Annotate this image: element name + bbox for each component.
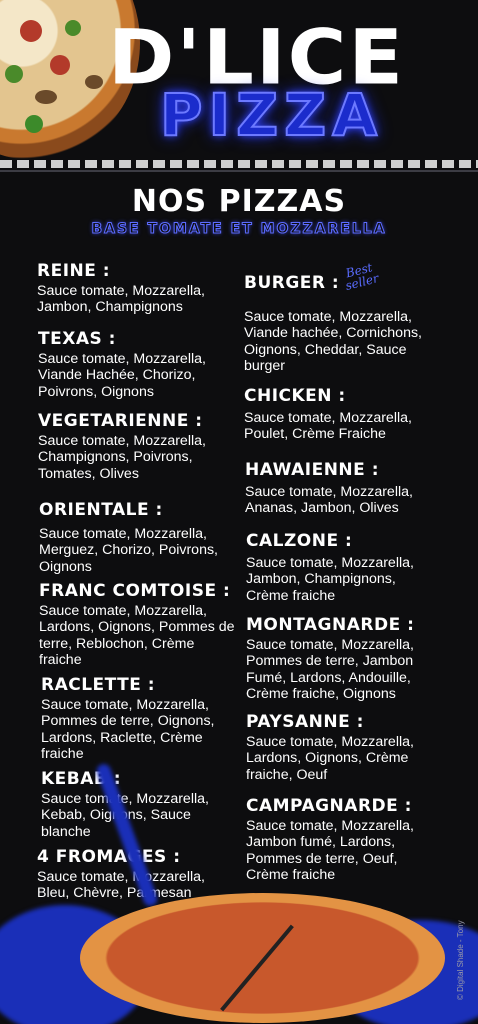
pizza-item-texas: TEXAS : Sauce tomate, Mozzarella, Viande… [38,329,248,400]
pizza-name: FRANC COMTOISE : [39,581,231,601]
menu-subtitle: BASE TOMATE ET MOZZARELLA [91,221,387,238]
pizza-item-franc-comtoise: FRANC COMTOISE : Sauce tomate, Mozzarell… [39,581,239,669]
pizza-item-raclette: RACLETTE : Sauce tomate, Mozzarella, Pom… [41,675,231,763]
pizza-name: ORIENTALE : [39,500,163,520]
pizza-desc: Sauce tomate, Mozzarella, Pommes de terr… [246,637,414,703]
pizza-item-burger: BURGER : Sauce tomate, Mozzarella, Viand… [244,273,429,375]
pizza-name: REINE : [37,261,111,281]
pizza-image-bottom [80,893,445,1023]
pizza-slice-gap [220,924,294,1012]
pizza-desc: Sauce tomate, Mozzarella, Merguez, Chori… [39,526,218,575]
pizza-name: CAMPAGNARDE : [246,796,412,816]
pizza-desc: Sauce tomate, Mozzarella, Jambon fumé, L… [246,818,414,884]
pizza-desc: Sauce tomate, Mozzarella, Ananas, Jambon… [245,484,413,517]
copyright-text: © Digital Shade - Tony [456,920,465,1000]
pizza-desc: Sauce tomate, Mozzarella, Lardons, Oigno… [39,603,235,669]
pizza-item-kebab: KEBAB : Sauce tomate, Mozzarella, Kebab,… [41,769,236,840]
pizza-name: HAWAIENNE : [245,460,379,480]
pizza-name: CHICKEN : [244,386,346,406]
pizza-item-reine: REINE : Sauce tomate, Mozzarella, Jambon… [37,261,247,316]
brand-subname: PIZZA [159,81,384,149]
pizza-name: CALZONE : [246,531,353,551]
menu-title: NOS PIZZAS [131,184,347,219]
pizza-name: RACLETTE : [41,675,156,695]
pizza-desc: Sauce tomate, Mozzarella, Viande hachée,… [244,309,422,375]
pizza-name: VEGETARIENNE : [38,411,203,431]
pizza-name: KEBAB : [41,769,122,789]
pizza-desc: Sauce tomate, Mozzarella, Kebab, Oignons… [41,791,209,840]
pizza-item-montagnarde: MONTAGNARDE : Sauce tomate, Mozzarella, … [246,615,431,703]
divider-line [0,170,478,172]
pizza-name: TEXAS : [38,329,116,349]
dashed-divider [0,160,478,168]
pizza-item-hawaienne: HAWAIENNE : Sauce tomate, Mozzarella, An… [245,460,430,517]
pizza-desc: Sauce tomate, Mozzarella, Jambon, Champi… [246,555,414,604]
pizza-item-chicken: CHICKEN : Sauce tomate, Mozzarella, Poul… [244,386,429,443]
pizza-item-paysanne: PAYSANNE : Sauce tomate, Mozzarella, Lar… [246,712,431,783]
pizza-desc: Sauce tomate, Mozzarella, Poulet, Crème … [244,410,412,443]
pizza-desc: Sauce tomate, Mozzarella, Jambon, Champi… [37,283,205,316]
pizza-name: PAYSANNE : [246,712,364,732]
pizza-desc: Sauce tomate, Mozzarella, Champignons, P… [38,433,206,482]
pizza-desc: Sauce tomate, Mozzarella, Lardons, Oigno… [246,734,414,783]
pizza-name: MONTAGNARDE : [246,615,415,635]
pizza-item-orientale: ORIENTALE : Sauce tomate, Mozzarella, Me… [39,500,234,575]
menu-page: D'LICE PIZZA NOS PIZZAS BASE TOMATE ET M… [0,0,478,1024]
pizza-item-campagnarde: CAMPAGNARDE : Sauce tomate, Mozzarella, … [246,796,431,884]
pizza-desc: Sauce tomate, Mozzarella, Pommes de terr… [41,697,215,763]
pizza-item-calzone: CALZONE : Sauce tomate, Mozzarella, Jamb… [246,531,431,604]
pizza-item-vegetarienne: VEGETARIENNE : Sauce tomate, Mozzarella,… [38,411,228,482]
pizza-desc: Sauce tomate, Mozzarella, Viande Hachée,… [38,351,206,400]
